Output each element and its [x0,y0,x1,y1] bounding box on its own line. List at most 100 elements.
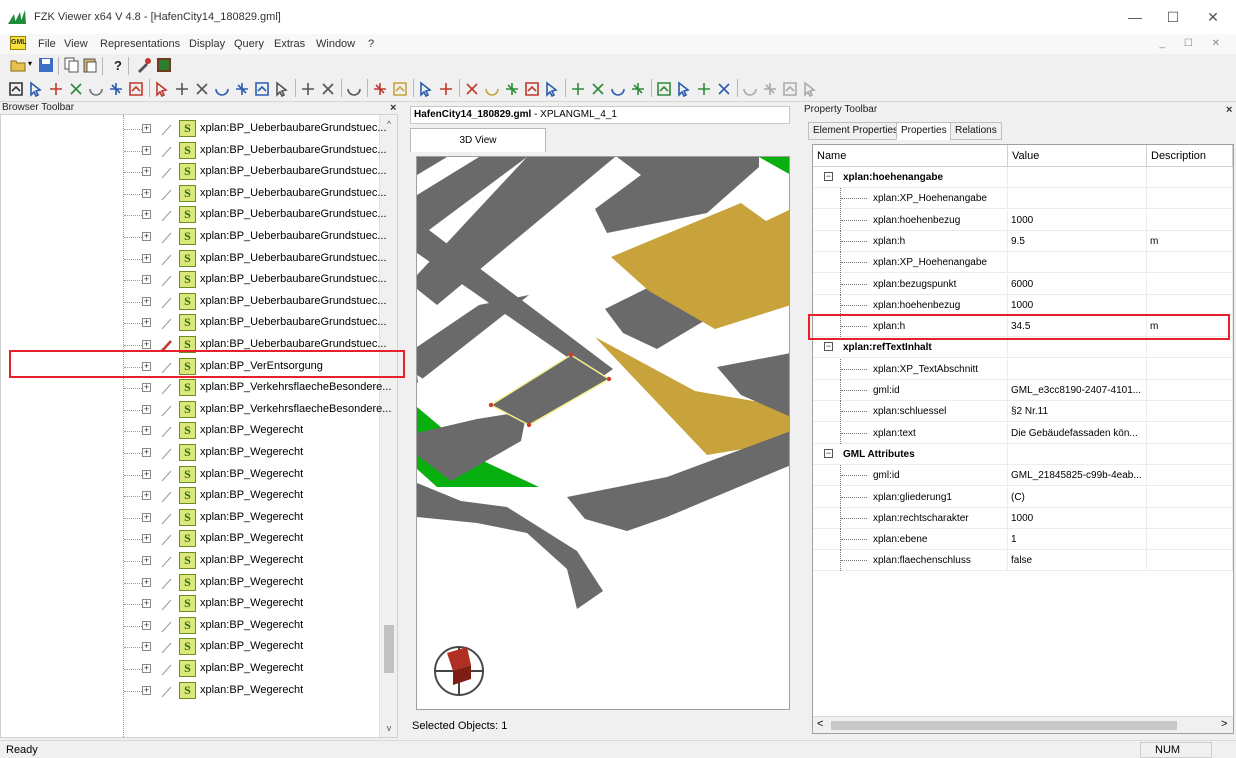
box-side-icon[interactable] [234,81,250,97]
walk-icon[interactable] [154,81,170,97]
browser-tree[interactable]: ^ v + Sxplan:BP_UeberbaubareGrundstuec...… [0,114,398,738]
box-icon[interactable] [174,81,190,97]
property-row[interactable]: gml:id GML_e3cc8190-2407-4101... [813,380,1233,401]
property-group-row[interactable]: − GML Attributes [813,443,1233,465]
box-top-icon[interactable] [254,81,270,97]
tree-item[interactable]: + Sxplan:BP_Wegerecht [1,680,379,702]
scroll-down-icon[interactable]: v [384,723,394,733]
property-value[interactable] [1008,252,1147,274]
property-value[interactable]: 9.5 [1008,230,1147,252]
close-button[interactable]: ✕ [1198,6,1228,28]
menu-file[interactable]: File [38,38,56,50]
tree-item[interactable]: + Sxplan:BP_Wegerecht [1,442,379,464]
property-value[interactable]: (C) [1008,486,1147,508]
property-row[interactable]: xplan:h 9.5 m [813,230,1233,252]
tree-item[interactable]: + Sxplan:BP_Wegerecht [1,572,379,594]
property-value[interactable]: 1000 [1008,209,1147,231]
model-icon[interactable] [156,57,172,73]
collapse-icon[interactable]: − [824,448,833,458]
help-icon[interactable]: ? [110,57,126,73]
column-header-name[interactable]: Name [813,145,1008,167]
tree-item[interactable]: + Sxplan:BP_Wegerecht [1,420,379,442]
properties-table[interactable]: Name Value Description − xplan:hoehenanga… [812,144,1234,734]
tree-item[interactable]: + Sxplan:BP_UeberbaubareGrundstuec... [1,204,387,226]
look-at-icon[interactable] [128,81,144,97]
filter-c-icon[interactable] [696,81,712,97]
box-open-icon[interactable] [194,81,210,97]
document-tab[interactable]: HafenCity14_180829.gml - XPLANGML_4_1 [410,106,790,124]
expand-icon[interactable]: + [142,664,151,673]
column-header-description[interactable]: Description [1147,145,1233,167]
tree-item[interactable]: + Sxplan:BP_UeberbaubareGrundstuec... [1,226,387,248]
property-row[interactable]: xplan:XP_TextAbschnitt [813,358,1233,380]
menu-help[interactable]: ? [368,38,374,50]
select-arrow-icon[interactable] [28,81,44,97]
hscroll-thumb[interactable] [831,721,1177,730]
light-d-icon[interactable] [802,81,818,97]
tree-item[interactable]: + Sxplan:BP_Wegerecht [1,485,379,507]
menu-display[interactable]: Display [189,38,225,50]
save-icon[interactable] [38,57,54,73]
property-row[interactable]: xplan:flaechenschluss false [813,550,1233,572]
fit-view-icon[interactable] [8,81,24,97]
3d-scene[interactable] [417,157,790,710]
axis-alt-icon[interactable] [300,81,316,97]
expand-icon[interactable]: + [142,383,151,393]
property-value[interactable]: 1000 [1008,294,1147,316]
scroll-thumb[interactable] [384,625,394,673]
expand-icon[interactable]: + [142,448,151,457]
expand-icon[interactable]: + [142,210,151,220]
sel-up-icon[interactable] [484,81,500,97]
expand-icon[interactable]: + [142,620,151,630]
paste-icon[interactable] [82,57,98,73]
expand-icon[interactable]: + [142,642,151,652]
sel-left-icon[interactable] [504,81,520,97]
sun-icon[interactable] [464,81,480,97]
expand-icon[interactable]: + [142,685,151,695]
rotate-icon[interactable] [88,81,104,97]
dropdown-arrow-icon[interactable]: ▾ [28,59,32,68]
tree-item[interactable]: + Sxplan:BP_Wegerecht [1,528,379,550]
expand-icon[interactable]: + [142,318,151,328]
pan-icon[interactable] [48,81,64,97]
menu-representations[interactable]: Representations [100,38,180,50]
property-row[interactable]: xplan:ebene 1 [813,529,1233,551]
expand-icon[interactable]: + [142,556,151,565]
expand-icon[interactable]: + [142,577,151,587]
tools-icon[interactable] [136,57,152,73]
expand-icon[interactable]: + [142,188,151,198]
expand-icon[interactable]: + [142,296,151,306]
tab-relations[interactable]: Relations [950,122,1002,140]
scroll-left-icon[interactable]: < [817,718,823,730]
nav-a-icon[interactable] [570,81,586,97]
scroll-right-icon[interactable]: > [1221,718,1227,730]
collapse-icon[interactable]: − [824,342,833,352]
property-value[interactable] [1008,358,1147,380]
wireframe-icon[interactable] [346,81,362,97]
gml-document-icon[interactable]: GML [10,36,27,50]
minimize-button[interactable]: — [1120,6,1150,28]
property-row[interactable]: xplan:XP_Hoehenangabe [813,188,1233,210]
property-row[interactable]: xplan:text Die Gebäudefassaden kön... [813,422,1233,444]
3d-viewport[interactable] [416,156,790,710]
expand-icon[interactable]: + [142,534,151,544]
mdi-window-controls[interactable]: _ ☐ ✕ [1160,38,1228,49]
expand-icon[interactable]: + [142,340,151,349]
property-row[interactable]: xplan:bezugspunkt 6000 [813,273,1233,295]
tree-item[interactable]: + Sxplan:BP_Wegerecht [1,658,379,680]
expand-icon[interactable]: + [142,145,151,155]
tree-item[interactable]: + Sxplan:BP_UeberbaubareGrundstuec... [1,248,387,270]
property-row[interactable]: xplan:gliederung1 (C) [813,486,1233,508]
property-value[interactable] [1008,443,1147,465]
property-value[interactable]: §2 Nr.11 [1008,401,1147,423]
grid-icon[interactable] [320,81,336,97]
property-row[interactable]: xplan:hoehenbezug 1000 [813,294,1233,316]
nav-d-icon[interactable] [630,81,646,97]
tree-item[interactable]: + Sxplan:BP_Wegerecht [1,464,379,486]
expand-icon[interactable]: + [142,426,151,436]
nav-c-icon[interactable] [610,81,626,97]
menu-query[interactable]: Query [234,38,264,50]
tree-item[interactable]: + Sxplan:BP_UeberbaubareGrundstuec... [1,269,387,291]
property-group-row[interactable]: − xplan:hoehenangabe [813,167,1233,188]
light-b-icon[interactable] [762,81,778,97]
